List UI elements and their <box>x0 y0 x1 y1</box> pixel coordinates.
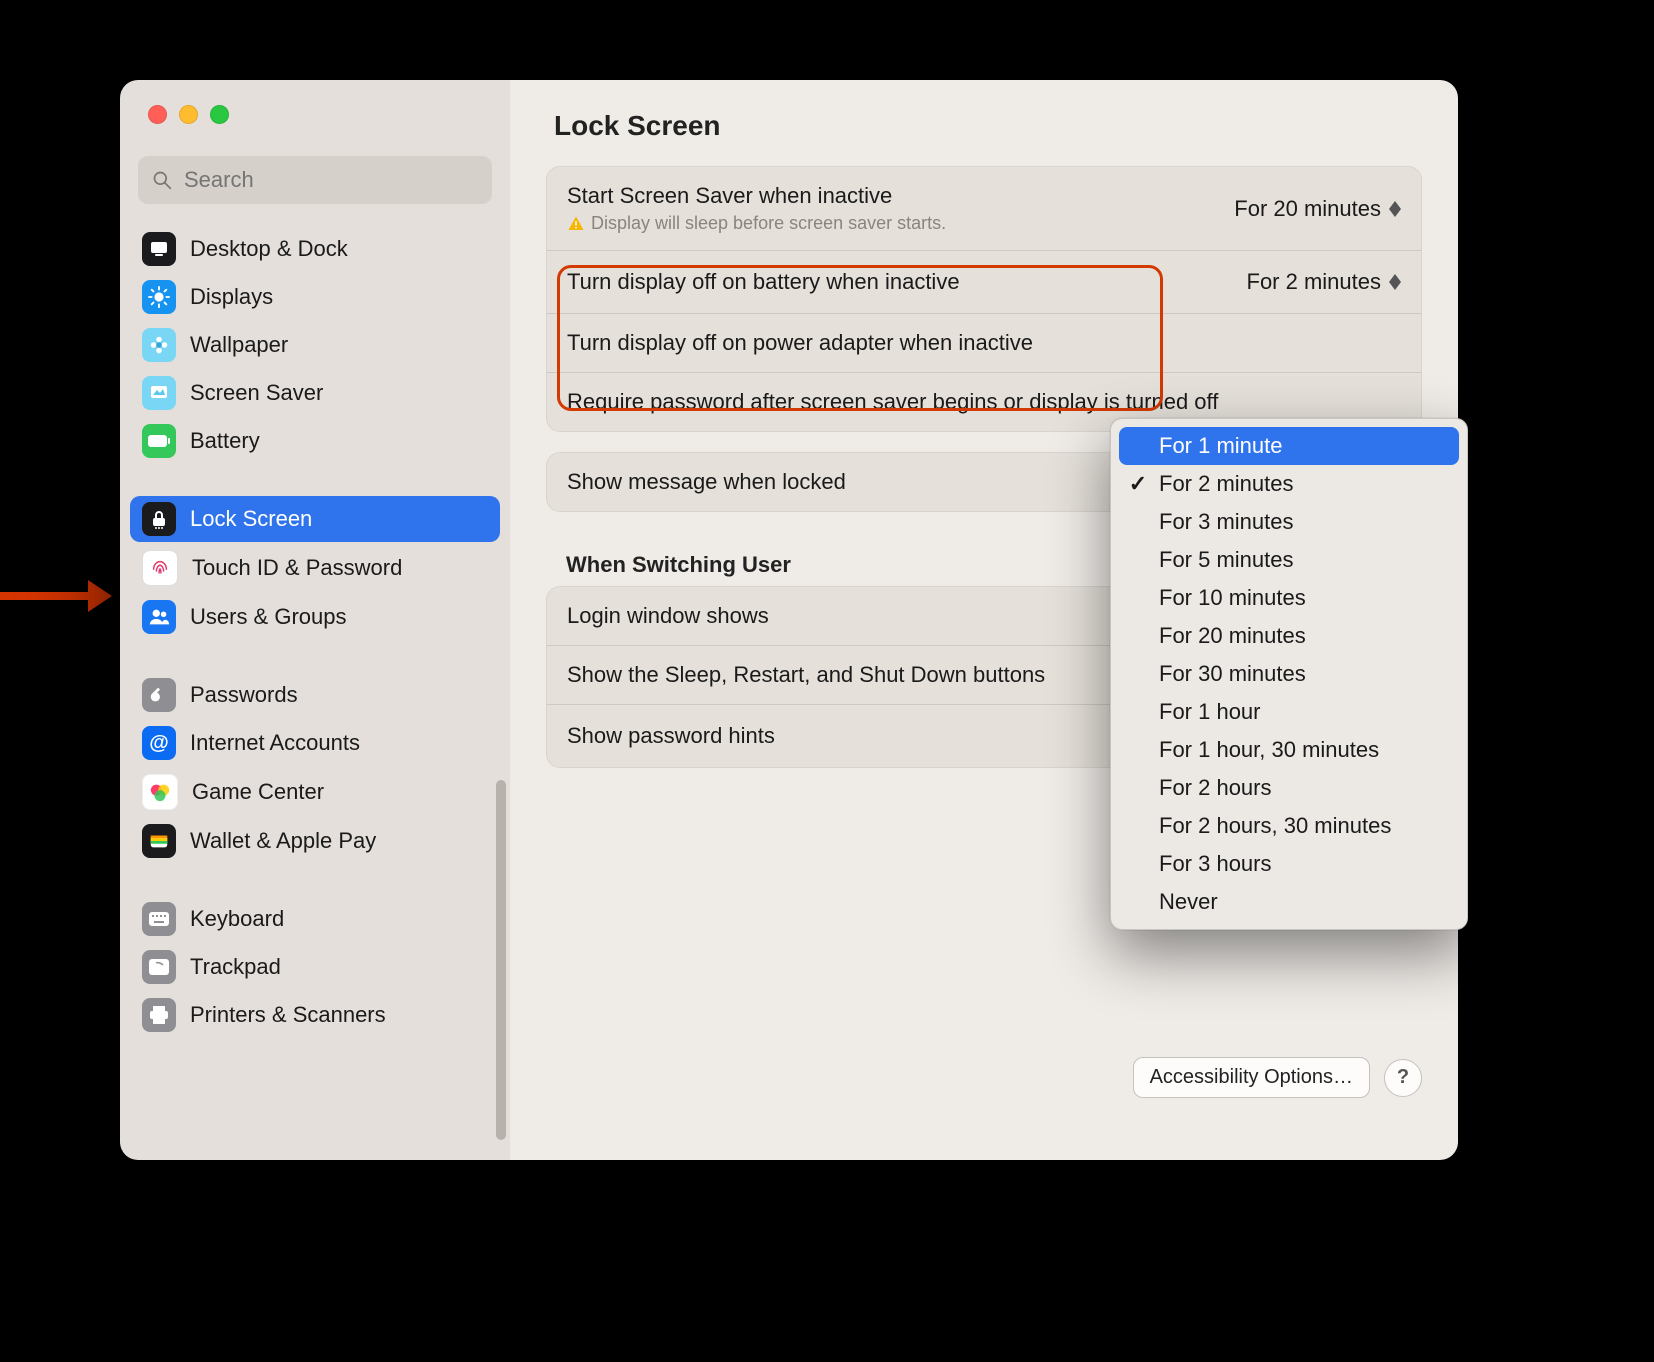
screensaver-duration-popup[interactable]: For 20 minutes <box>1226 194 1401 224</box>
sidebar-item-label: Touch ID & Password <box>192 555 402 581</box>
sidebar-item-internet-accounts[interactable]: @ Internet Accounts <box>130 720 500 766</box>
sidebar-item-lock-screen[interactable]: Lock Screen <box>130 496 500 542</box>
row-display-off-power: Turn display off on power adapter when i… <box>547 313 1421 372</box>
sidebar-item-game-center[interactable]: Game Center <box>130 768 500 816</box>
sidebar-item-label: Wallet & Apple Pay <box>190 828 376 854</box>
menu-item[interactable]: For 20 minutes <box>1119 617 1459 655</box>
row-label: Turn display off on power adapter when i… <box>567 330 1401 356</box>
keyboard-icon <box>142 902 176 936</box>
warning-icon <box>567 215 585 233</box>
menu-item[interactable]: For 1 minute <box>1119 427 1459 465</box>
sidebar-item-touch-id[interactable]: Touch ID & Password <box>130 544 500 592</box>
search-input[interactable] <box>182 166 478 194</box>
sidebar-item-label: Passwords <box>190 682 298 708</box>
search-icon <box>152 170 172 190</box>
minimize-window-button[interactable] <box>179 105 198 124</box>
desktop-icon <box>142 232 176 266</box>
sidebar-item-printers[interactable]: Printers & Scanners <box>130 992 500 1038</box>
menu-item[interactable]: For 1 hour, 30 minutes <box>1119 731 1459 769</box>
sidebar-item-label: Wallpaper <box>190 332 288 358</box>
sidebar-item-wallet[interactable]: Wallet & Apple Pay <box>130 818 500 864</box>
row-label: Require password after screen saver begi… <box>567 389 1401 415</box>
menu-item[interactable]: For 3 hours <box>1119 845 1459 883</box>
updown-icon <box>1389 274 1401 290</box>
flower-icon <box>142 328 176 362</box>
printer-icon <box>142 998 176 1032</box>
close-window-button[interactable] <box>148 105 167 124</box>
sidebar-item-label: Lock Screen <box>190 506 312 532</box>
sidebar-scrollbar[interactable] <box>496 780 506 1140</box>
search-field[interactable] <box>138 156 492 204</box>
menu-item[interactable]: For 5 minutes <box>1119 541 1459 579</box>
battery-icon <box>142 424 176 458</box>
sidebar-item-desktop-dock[interactable]: Desktop & Dock <box>130 226 500 272</box>
at-icon: @ <box>142 726 176 760</box>
menu-item[interactable]: ✓For 2 minutes <box>1119 465 1459 503</box>
key-icon <box>142 678 176 712</box>
accessibility-options-button[interactable]: Accessibility Options… <box>1133 1057 1370 1098</box>
menu-item[interactable]: For 30 minutes <box>1119 655 1459 693</box>
sidebar-item-displays[interactable]: Displays <box>130 274 500 320</box>
row-label: Start Screen Saver when inactive <box>567 183 1206 209</box>
updown-icon <box>1389 201 1401 217</box>
sidebar-item-label: Battery <box>190 428 260 454</box>
sidebar-item-passwords[interactable]: Passwords <box>130 672 500 718</box>
users-icon <box>142 600 176 634</box>
battery-duration-popup[interactable]: For 2 minutes <box>1239 267 1402 297</box>
screensaver-icon <box>142 376 176 410</box>
sidebar-item-label: Displays <box>190 284 273 310</box>
sidebar-item-label: Printers & Scanners <box>190 1002 386 1028</box>
sidebar-item-label: Screen Saver <box>190 380 323 406</box>
trackpad-icon <box>142 950 176 984</box>
annotation-arrow <box>0 580 112 612</box>
menu-item[interactable]: For 1 hour <box>1119 693 1459 731</box>
sidebar-item-label: Users & Groups <box>190 604 347 630</box>
sidebar-nav: Desktop & Dock Displays Wallpaper <box>130 226 500 1038</box>
lock-screen-settings-card: Start Screen Saver when inactive Display… <box>546 166 1422 432</box>
gamecenter-icon <box>142 774 178 810</box>
window-controls <box>120 80 510 124</box>
menu-item[interactable]: For 2 hours <box>1119 769 1459 807</box>
lock-icon <box>142 502 176 536</box>
settings-pane: Lock Screen Start Screen Saver when inac… <box>510 80 1458 1160</box>
menu-item[interactable]: For 3 minutes <box>1119 503 1459 541</box>
wallet-icon <box>142 824 176 858</box>
row-start-screensaver: Start Screen Saver when inactive Display… <box>547 167 1421 250</box>
sidebar-item-battery[interactable]: Battery <box>130 418 500 464</box>
duration-dropdown-menu[interactable]: For 1 minute ✓For 2 minutes For 3 minute… <box>1110 418 1468 930</box>
row-label: Login window shows <box>567 603 1145 629</box>
menu-item[interactable]: For 10 minutes <box>1119 579 1459 617</box>
menu-item[interactable]: Never <box>1119 883 1459 921</box>
system-settings-window: Desktop & Dock Displays Wallpaper <box>120 80 1458 1160</box>
sun-icon <box>142 280 176 314</box>
sidebar-item-label: Game Center <box>192 779 324 805</box>
sidebar: Desktop & Dock Displays Wallpaper <box>120 80 510 1160</box>
fingerprint-icon <box>142 550 178 586</box>
zoom-window-button[interactable] <box>210 105 229 124</box>
help-button[interactable]: ? <box>1384 1059 1422 1097</box>
sidebar-item-label: Desktop & Dock <box>190 236 348 262</box>
menu-item[interactable]: For 2 hours, 30 minutes <box>1119 807 1459 845</box>
sidebar-item-label: Keyboard <box>190 906 284 932</box>
row-display-off-battery: Turn display off on battery when inactiv… <box>547 250 1421 313</box>
sidebar-item-users-groups[interactable]: Users & Groups <box>130 594 500 640</box>
page-title: Lock Screen <box>554 110 1422 142</box>
sidebar-item-trackpad[interactable]: Trackpad <box>130 944 500 990</box>
sidebar-item-wallpaper[interactable]: Wallpaper <box>130 322 500 368</box>
sidebar-item-keyboard[interactable]: Keyboard <box>130 896 500 942</box>
row-label: Turn display off on battery when inactiv… <box>567 269 1219 295</box>
sidebar-item-label: Trackpad <box>190 954 281 980</box>
sidebar-item-label: Internet Accounts <box>190 730 360 756</box>
screensaver-warning: Display will sleep before screen saver s… <box>567 213 1206 234</box>
sidebar-item-screen-saver[interactable]: Screen Saver <box>130 370 500 416</box>
